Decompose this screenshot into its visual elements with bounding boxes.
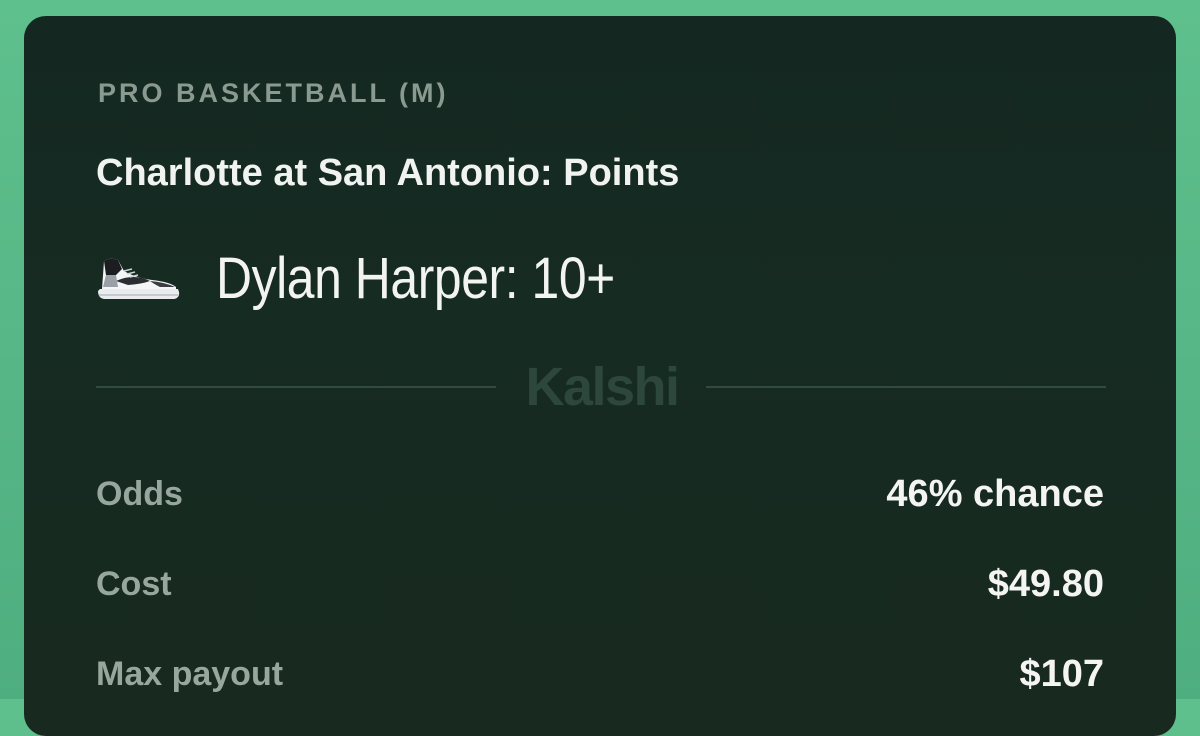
- odds-value: 46% chance: [886, 472, 1104, 515]
- max-payout-row: Max payout $107: [96, 644, 1104, 704]
- cost-label: Cost: [96, 564, 172, 603]
- bet-slip-card: PRO BASKETBALL (M) Charlotte at San Anto…: [24, 16, 1176, 736]
- cost-row: Cost $49.80: [96, 554, 1104, 614]
- pick-selection: Dylan Harper: 10+: [216, 245, 615, 311]
- cost-value: $49.80: [987, 562, 1104, 605]
- sneaker-icon: [98, 258, 180, 299]
- divider-line-left: [96, 386, 496, 388]
- brand-divider: Kalshi: [96, 357, 1106, 418]
- pick-row: Dylan Harper: 10+: [94, 238, 680, 318]
- max-payout-value: $107: [1019, 652, 1104, 695]
- kalshi-logo: Kalshi: [525, 357, 680, 417]
- divider-line-right: [706, 386, 1106, 388]
- sport-category: PRO BASKETBALL (M): [98, 78, 449, 108]
- market-title: Charlotte at San Antonio: Points: [96, 152, 680, 194]
- odds-label: Odds: [96, 474, 183, 513]
- max-payout-label: Max payout: [96, 654, 284, 693]
- odds-row: Odds 46% chance: [96, 464, 1104, 524]
